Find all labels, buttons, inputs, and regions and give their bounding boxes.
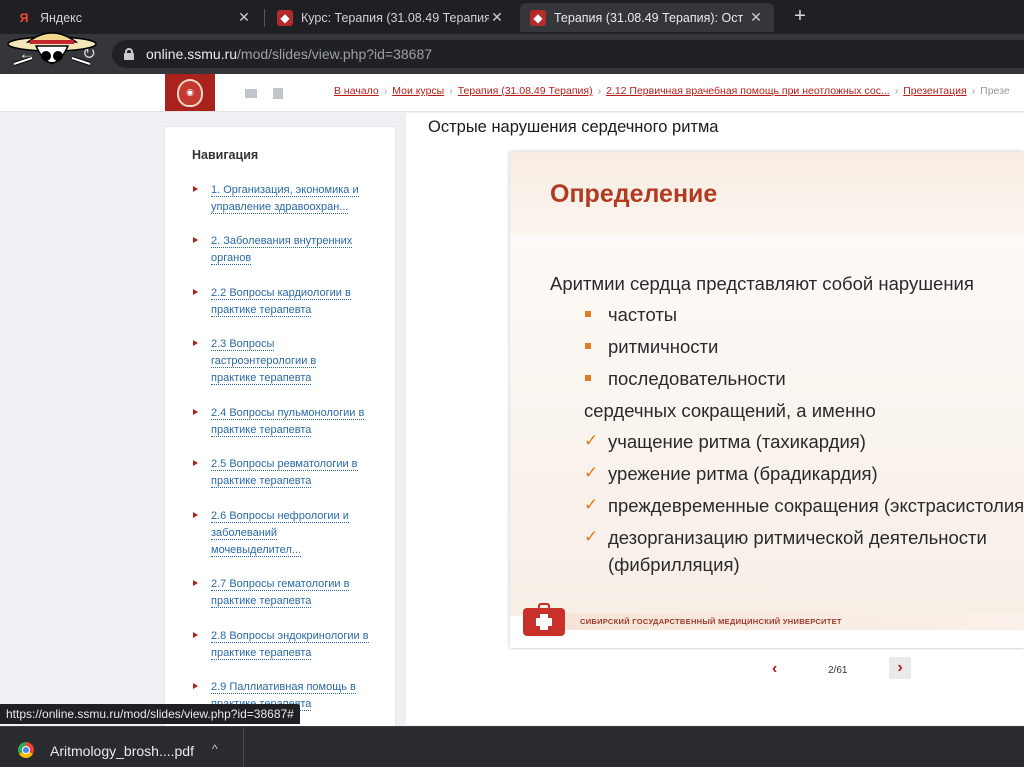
tab-title: Терапия (31.08.49 Терапия): Ост [554, 10, 744, 25]
nav-item[interactable]: 2.5 Вопросы ревматологии в практике тера… [193, 456, 383, 490]
nav-item[interactable]: 1. Организация, экономика и управление з… [193, 182, 383, 216]
tab-yandex[interactable]: Я Яндекс ✕ [6, 3, 262, 32]
ssmu-logo[interactable]: ◉ [165, 74, 215, 111]
university-name: СИБИРСКИЙ ГОСУДАРСТВЕННЫЙ МЕДИЦИНСКИЙ УН… [580, 617, 842, 626]
checkmark-icon: ✓ [584, 431, 599, 450]
slide-check-item: (фибрилляция) [608, 554, 740, 575]
bullet-icon [193, 512, 198, 518]
next-slide-button[interactable]: › [889, 657, 911, 679]
toolbar: ← ↻ online.ssmu.ru/mod/slides/view.php?i… [0, 34, 1024, 74]
site-header: ◉ В начало › Мои курсы › Терапия (31.08.49 Т… [0, 74, 1024, 112]
slide-bullet: последовательности [608, 368, 786, 389]
address-bar[interactable]: online.ssmu.ru/mod/slides/view.php?id=38… [112, 40, 1024, 68]
tab-title: Курс: Терапия (31.08.49 Терапия) [301, 10, 489, 25]
download-item[interactable]: Aritmology_brosh....pdf [50, 743, 194, 759]
breadcrumb-current: Презе [980, 85, 1010, 97]
nav-item[interactable]: 2.2 Вопросы кардиологии в практике терап… [193, 285, 383, 319]
bullet-icon [193, 237, 198, 243]
bullet-icon [193, 340, 198, 346]
bullet-icon [193, 683, 198, 689]
close-icon[interactable]: ✕ [236, 9, 252, 26]
close-icon[interactable]: ✕ [489, 9, 505, 26]
slide-footer: СИБИРСКИЙ ГОСУДАРСТВЕННЫЙ МЕДИЦИНСКИЙ УН… [510, 603, 1024, 648]
slide-check-item: урежение ритма (брадикардия) [608, 463, 878, 484]
slide-heading: Определение [550, 180, 718, 208]
browser-window: Я Яндекс ✕ ◆ Курс: Терапия (31.08.49 Тер… [0, 0, 1024, 767]
navigation-title: Навигация [192, 148, 259, 162]
mail-icon[interactable] [245, 89, 257, 98]
tab-course[interactable]: ◆ Курс: Терапия (31.08.49 Терапия) ✕ [267, 3, 515, 32]
checkmark-icon: ✓ [584, 527, 599, 546]
square-bullet-icon [585, 311, 591, 317]
first-aid-kit-icon [523, 608, 565, 636]
slide-body: Аритмии сердца представляют собой наруше… [510, 236, 1024, 616]
slide-bullet: ритмичности [608, 336, 719, 357]
first-aid-kit-handle [538, 603, 550, 609]
tab-divider [264, 9, 265, 27]
tab-strip: Я Яндекс ✕ ◆ Курс: Терапия (31.08.49 Тер… [0, 0, 1024, 34]
download-shelf: Aritmology_brosh....pdf ^ [0, 726, 1024, 767]
tab-presentation[interactable]: ◆ Терапия (31.08.49 Терапия): Ост ✕ [520, 3, 774, 32]
nav-item[interactable]: 2.6 Вопросы нефрологии и заболеваний моч… [193, 508, 383, 559]
shelf-divider [243, 727, 244, 767]
breadcrumb: В начало › Мои курсы › Терапия (31.08.49 Тер… [334, 85, 1010, 97]
slide-header: Определение [510, 152, 1024, 236]
bullet-icon [193, 289, 198, 295]
slide: Определение Аритмии сердца представляют … [510, 152, 1024, 648]
breadcrumb-course[interactable]: Терапия (31.08.49 Терапия) [458, 85, 593, 97]
nav-item[interactable]: 2.3 Вопросы гастроэнтерологии в практике… [193, 336, 383, 387]
url-text: online.ssmu.ru/mod/slides/view.php?id=38… [146, 46, 433, 62]
nav-item[interactable]: 2. Заболевания внутренних органов [193, 233, 383, 267]
page-body: Навигация 1. Организация, экономика и уп… [0, 113, 1024, 738]
slide-pager: ‹ 2/61 › [510, 650, 1024, 694]
slide-check-item: преждевременные сокращения (экстрасистол… [608, 495, 1024, 516]
ssmu-icon: ◆ [277, 9, 293, 26]
chevron-up-icon[interactable]: ^ [212, 742, 218, 756]
ssmu-icon: ◆ [530, 9, 546, 26]
navigation-block: Навигация 1. Организация, экономика и уп… [164, 126, 396, 738]
slide-check-item: дезорганизацию ритмической деятельности [608, 527, 987, 548]
lock-icon [124, 48, 134, 60]
close-icon[interactable]: ✕ [748, 9, 764, 26]
bullet-icon [193, 632, 198, 638]
slide-bullet: частоты [608, 304, 678, 325]
nav-item[interactable]: 2.8 Вопросы эндокринологии в практике те… [193, 628, 383, 662]
breadcrumb-section[interactable]: 2.12 Первичная врачебная помощь при неот… [606, 85, 890, 97]
bullet-icon [193, 460, 198, 466]
slide-middle: сердечных сокращений, а именно [584, 400, 876, 421]
bullet-icon [193, 580, 198, 586]
yandex-icon: Я [19, 10, 29, 25]
nav-item[interactable]: 2.7 Вопросы гематологии в практике терап… [193, 576, 383, 610]
page-title: Острые нарушения сердечного ритма [428, 118, 719, 136]
checkmark-icon: ✓ [584, 495, 599, 514]
bullet-icon [193, 186, 198, 192]
emblem-icon: ◉ [177, 78, 203, 107]
slide-counter: 2/61 [828, 665, 848, 676]
bullet-icon [193, 409, 198, 415]
skull-icon [7, 32, 97, 66]
breadcrumb-home[interactable]: В начало [334, 85, 379, 97]
square-bullet-icon [585, 375, 591, 381]
checkmark-icon: ✓ [584, 463, 599, 482]
slide-intro: Аритмии сердца представляют собой наруше… [550, 273, 974, 294]
square-bullet-icon [585, 343, 591, 349]
breadcrumb-my-courses[interactable]: Мои курсы [392, 85, 444, 97]
new-tab-button[interactable]: + [788, 5, 812, 29]
calendar-icon[interactable] [273, 88, 283, 99]
status-url-tooltip: https://online.ssmu.ru/mod/slides/view.p… [0, 704, 300, 724]
previous-slide-button[interactable]: ‹ [772, 660, 777, 678]
tab-title: Яндекс [40, 10, 83, 25]
nav-item[interactable]: 2.4 Вопросы пульмонологии в практике тер… [193, 405, 383, 439]
chrome-icon [18, 742, 34, 758]
main-content: Острые нарушения сердечного ритма Опреде… [406, 113, 1024, 725]
breadcrumb-presentation[interactable]: Презентация [903, 85, 966, 97]
slide-check-item: учащение ритма (тахикардия) [608, 431, 866, 452]
